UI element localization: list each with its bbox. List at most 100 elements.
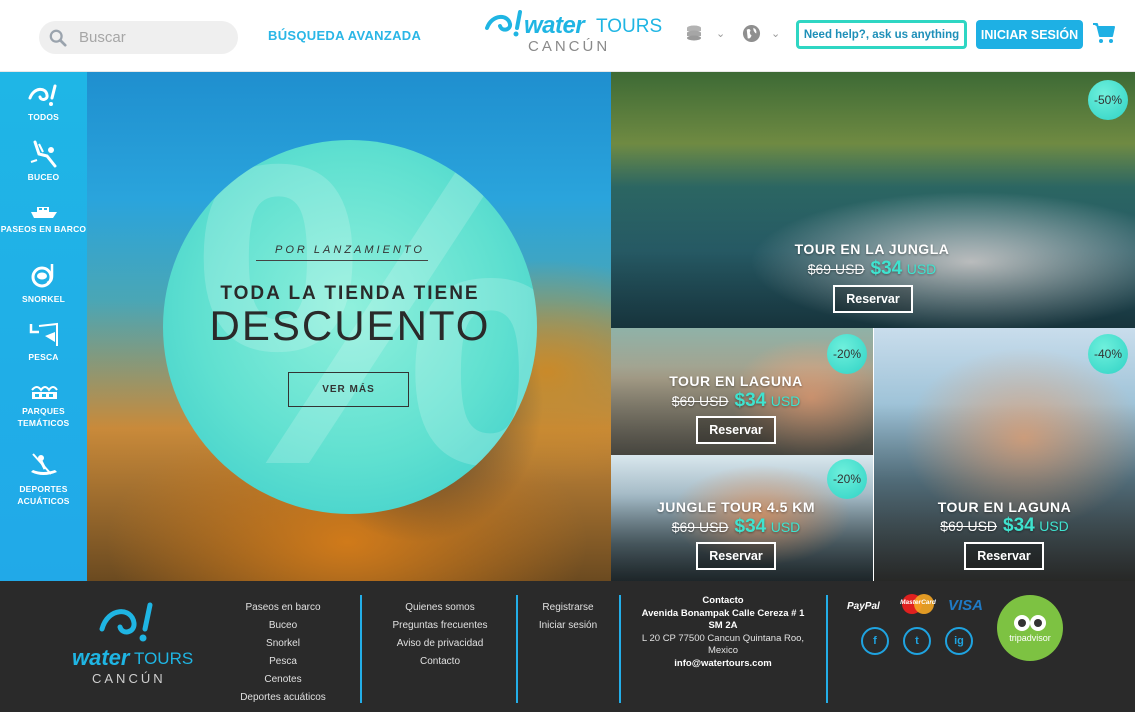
sidebar-item-parques-tematicos[interactable]: PARQUES TEMÁTICOS <box>0 382 87 429</box>
mastercard-label: MasterCard <box>900 599 936 606</box>
contact-address-line2: L 20 CP 77500 Cancun Quintana Roo, Mexic… <box>641 632 805 657</box>
promo-title-large: DESCUENTO <box>209 302 491 349</box>
sidebar-item-label: SNORKEL <box>22 294 65 304</box>
footer-link[interactable]: Buceo <box>228 617 338 635</box>
price-currency: USD <box>770 393 801 409</box>
price-currency: USD <box>770 519 801 535</box>
tour-price: $69 USD $34 USD <box>611 390 861 412</box>
sidebar-item-todos[interactable]: TODOS <box>0 84 87 123</box>
footer-link[interactable]: Iniciar sesión <box>528 617 608 635</box>
new-price: $34 <box>870 258 903 279</box>
tour-card[interactable]: -40% TOUR EN LAGUNA $69 USD $34 USD Reser… <box>874 328 1135 581</box>
tour-card[interactable]: -20% JUNGLE TOUR 4.5 KM $69 USD $34 USD R… <box>611 455 873 581</box>
search-icon <box>49 29 67 47</box>
footer-link[interactable]: Contacto <box>382 653 498 671</box>
discount-badge: -40% <box>1088 334 1128 374</box>
currency-selector[interactable]: ⌄ <box>686 24 725 42</box>
snorkel-icon <box>31 264 53 288</box>
chevron-down-icon: ⌄ <box>716 27 726 40</box>
reservar-button[interactable]: Reservar <box>833 285 913 313</box>
login-button[interactable]: INICIAR SESIÓN <box>976 20 1083 49</box>
tripadvisor-label: tripadvisor <box>1009 633 1051 643</box>
help-button[interactable]: Need help?, ask us anything <box>796 20 967 49</box>
twitter-icon: t <box>915 635 919 647</box>
language-selector[interactable]: ⌄ <box>742 24 780 43</box>
footer-divider <box>516 595 518 703</box>
footer-links-categories: Paseos en barco Buceo Snorkel Pesca Ceno… <box>228 599 338 707</box>
promo-circle: % POR LANZAMIENTO TODA LA TIENDA TIENE D… <box>163 140 537 514</box>
tour-price: $69 USD $34 USD <box>611 258 1133 280</box>
advanced-search-link[interactable]: BÚSQUEDA AVANZADA <box>268 28 421 43</box>
cart-button[interactable] <box>1092 22 1116 49</box>
reservar-button[interactable]: Reservar <box>696 542 776 570</box>
search-box[interactable] <box>39 21 238 54</box>
tour-title: TOUR EN LAGUNA <box>937 499 1072 515</box>
theme-park-icon <box>30 386 58 399</box>
mastercard-logo: MasterCard <box>900 593 936 615</box>
footer-link[interactable]: Cenotes <box>228 671 338 689</box>
footer-logo-water: water <box>72 645 130 670</box>
facebook-icon: f <box>873 635 877 647</box>
tour-title: TOUR EN LA JUNGLA <box>794 241 950 257</box>
sidebar-item-label: TODOS <box>27 112 60 122</box>
sidebar-item-label: BUCEO <box>27 172 60 182</box>
footer-divider <box>826 595 828 703</box>
footer: water TOURS CANCÚN Paseos en barco Buceo… <box>0 581 1135 712</box>
footer-link[interactable]: Deportes acuáticos <box>228 689 338 707</box>
logo-city-text: CANCÚN <box>528 38 611 55</box>
footer-link[interactable]: Quienes somos <box>382 599 498 617</box>
sidebar-item-snorkel[interactable]: SNORKEL <box>0 262 87 305</box>
footer-link[interactable]: Registrarse <box>528 599 608 617</box>
discount-badge: -20% <box>827 459 867 499</box>
tour-title: TOUR EN LAGUNA <box>669 373 803 389</box>
tour-title: JUNGLE TOUR 4.5 KM <box>656 499 816 515</box>
sidebar-item-buceo[interactable]: BUCEO <box>0 140 87 183</box>
footer-link[interactable]: Snorkel <box>228 635 338 653</box>
sidebar-item-pesca[interactable]: PESCA <box>0 322 87 363</box>
footer-link[interactable]: Aviso de privacidad <box>382 635 498 653</box>
footer-links-account: Registrarse Iniciar sesión <box>528 599 608 635</box>
discount-badge: -20% <box>827 334 867 374</box>
new-price: $34 <box>1003 515 1035 536</box>
boat-icon <box>30 207 57 218</box>
diver-icon <box>30 140 56 168</box>
paypal-logo: PayPal <box>847 601 880 612</box>
footer-logo[interactable]: water TOURS CANCÚN <box>70 601 200 691</box>
discount-badge: -50% <box>1088 80 1128 120</box>
sidebar-item-label: PASEOS EN BARCO <box>0 224 87 234</box>
footer-divider <box>619 595 621 703</box>
search-input[interactable] <box>79 29 229 46</box>
twitter-button[interactable]: t <box>903 627 931 655</box>
logo[interactable]: water TOURS CANCÚN <box>484 8 662 58</box>
facebook-button[interactable]: f <box>861 627 889 655</box>
price-currency: USD <box>906 261 937 277</box>
instagram-button[interactable]: ig <box>945 627 973 655</box>
contact-email[interactable]: info@watertours.com <box>674 658 771 669</box>
hero-banner: % POR LANZAMIENTO TODA LA TIENDA TIENE D… <box>87 72 611 581</box>
ver-mas-button[interactable]: VER MÁS <box>288 372 409 407</box>
footer-link[interactable]: Paseos en barco <box>228 599 338 617</box>
reservar-button[interactable]: Reservar <box>696 416 776 444</box>
tour-card[interactable]: -20% TOUR EN LAGUNA $69 USD $34 USD Reser… <box>611 328 873 455</box>
reservar-button[interactable]: Reservar <box>964 542 1044 570</box>
promo-subtitle: POR LANZAMIENTO <box>275 244 425 256</box>
new-price: $34 <box>734 516 767 537</box>
contact-address-line1: Avenida Bonampak Calle Cereza # 1 SM 2A <box>641 607 805 632</box>
tour-price: $69 USD $34 USD <box>611 516 861 538</box>
footer-contact: Contacto Avenida Bonampak Calle Cereza #… <box>640 595 806 670</box>
sidebar-item-paseos-en-barco[interactable]: PASEOS EN BARCO <box>0 204 87 235</box>
contact-heading: Contacto <box>702 595 744 606</box>
sidebar-item-label: PESCA <box>28 352 59 362</box>
fishing-icon <box>29 322 58 346</box>
visa-logo: VISA <box>948 597 984 614</box>
globe-icon <box>742 24 761 43</box>
footer-link[interactable]: Pesca <box>228 653 338 671</box>
category-sidebar: TODOS BUCEO PASEOS EN BARCO SNORKEL PESC… <box>0 72 87 581</box>
kayak-icon <box>30 453 57 475</box>
old-price: $69 USD <box>671 519 729 535</box>
footer-logo-city: CANCÚN <box>92 671 166 686</box>
tour-card[interactable]: -50% TOUR EN LA JUNGLA $69 USD $34 USD Re… <box>611 72 1135 328</box>
sidebar-item-deportes-acuaticos[interactable]: DEPORTES ACUÁTICOS <box>0 452 87 507</box>
tripadvisor-badge[interactable]: tripadvisor <box>997 595 1063 661</box>
footer-link[interactable]: Preguntas frecuentes <box>382 617 498 635</box>
